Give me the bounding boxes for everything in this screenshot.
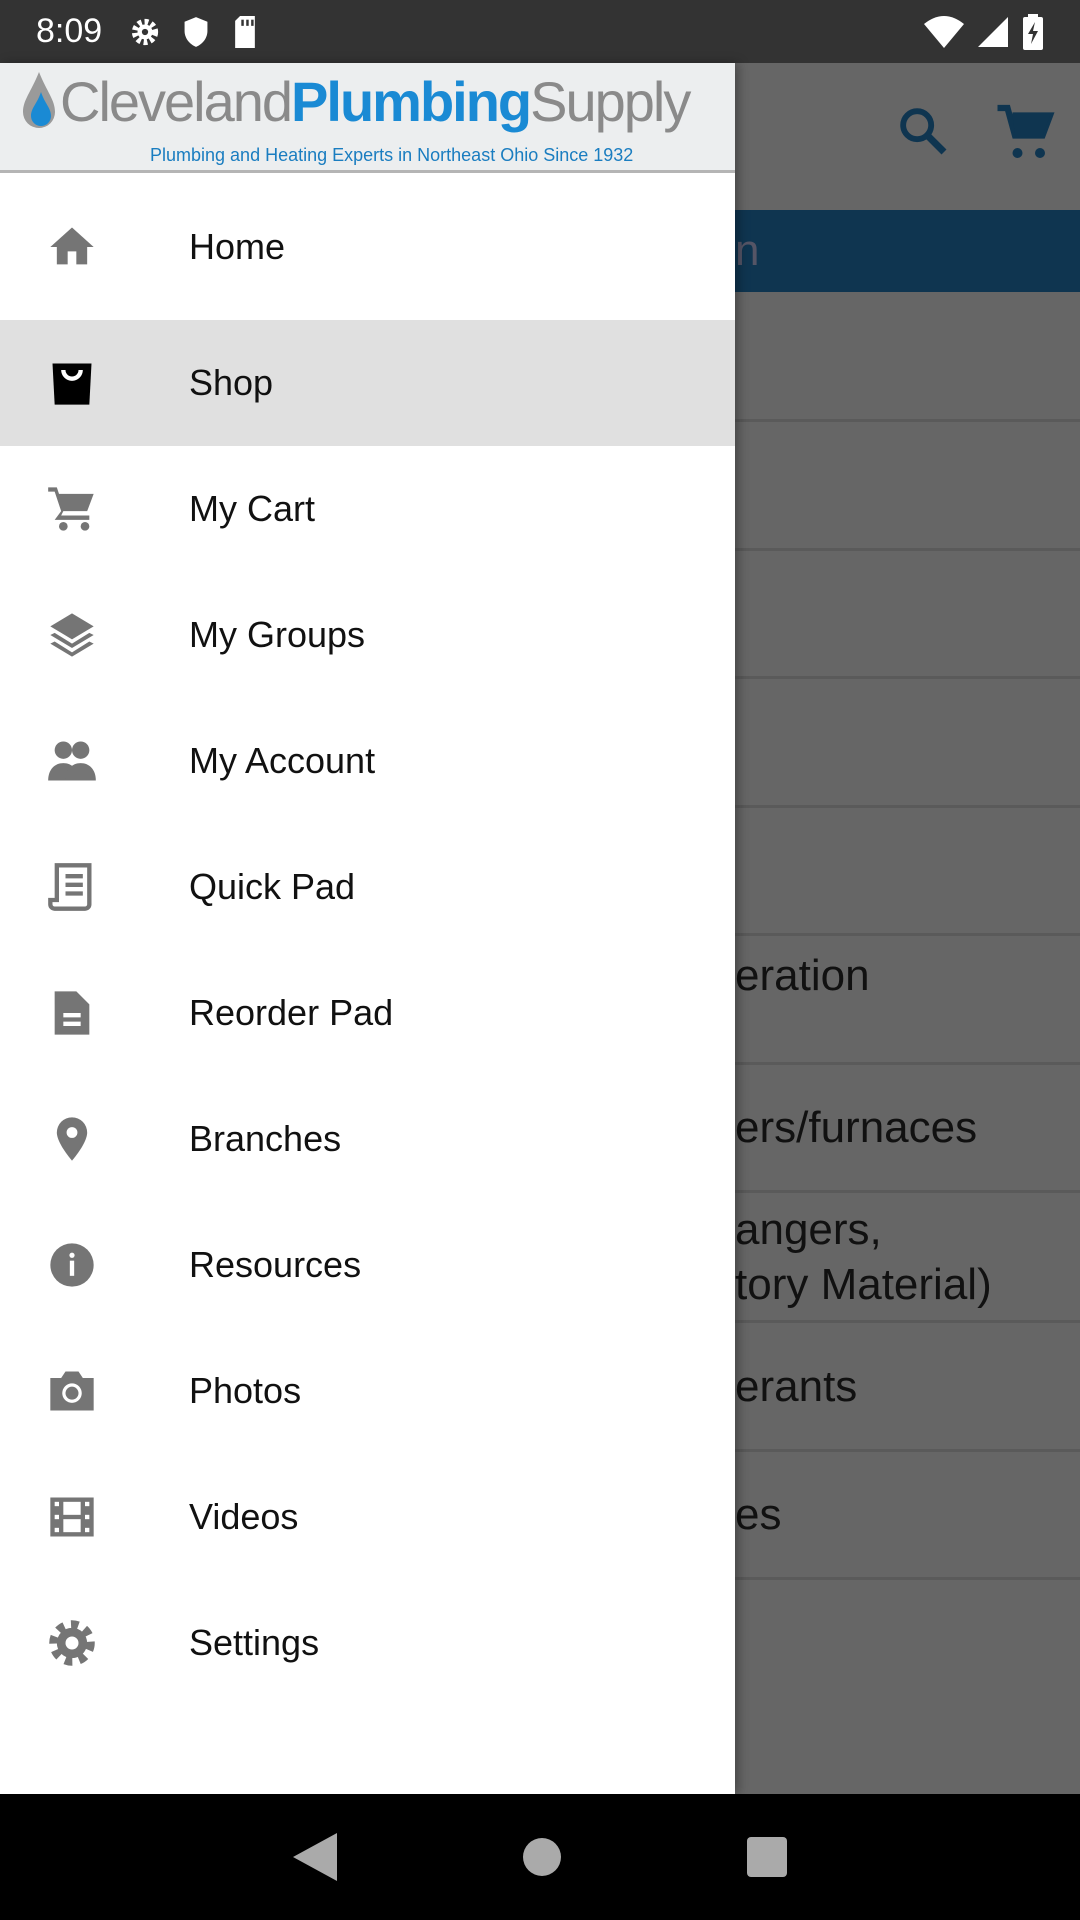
menu-item-home[interactable]: Home (0, 173, 735, 320)
menu-item-settings[interactable]: Settings (0, 1580, 735, 1706)
logo-word: Plumbing (291, 70, 532, 133)
category-label: ers/furnaces (735, 1103, 978, 1152)
menu-item-quick-pad[interactable]: Quick Pad (0, 824, 735, 950)
category-row[interactable] (735, 551, 1080, 679)
app-bar (735, 63, 1080, 210)
category-header-band: n (735, 210, 1080, 292)
category-label: es (735, 1490, 782, 1539)
menu-item-shop[interactable]: Shop (0, 320, 735, 446)
category-row[interactable]: eration (735, 936, 1080, 1065)
back-icon[interactable] (292, 1833, 337, 1881)
recents-icon[interactable] (747, 1837, 788, 1877)
clock: 8:09 (36, 12, 103, 50)
menu-item-label: Photos (189, 1370, 302, 1411)
category-label: eration (735, 951, 870, 1000)
category-row[interactable]: angers, tory Material) (735, 1193, 1080, 1323)
menu-item-label: My Groups (189, 614, 366, 655)
battery-charging-icon (1023, 13, 1043, 50)
menu-item-label: Reorder Pad (189, 992, 394, 1033)
category-row[interactable]: es (735, 1452, 1080, 1580)
menu-item-resources[interactable]: Resources (0, 1202, 735, 1328)
shield-icon (184, 16, 208, 47)
status-bar: 8:09 (0, 0, 1080, 63)
menu-item-label: My Account (189, 740, 376, 781)
menu-item-videos[interactable]: Videos (0, 1454, 735, 1580)
home-nav-icon[interactable] (522, 1837, 562, 1877)
camera-icon (46, 1365, 98, 1417)
menu-item-label: Quick Pad (189, 866, 356, 907)
drawer-header: Cleveland Plumbing Supply Plumbing and Hea… (0, 63, 735, 173)
receipt-icon (46, 861, 98, 913)
menu-item-my-groups[interactable]: My Groups (0, 572, 735, 698)
logo-word: Supply (530, 70, 691, 133)
menu-item-my-account[interactable]: My Account (0, 698, 735, 824)
info-icon (46, 1239, 98, 1291)
menu-item-label: My Cart (189, 488, 315, 529)
home-icon (46, 221, 98, 273)
shopping-bag-icon (46, 357, 98, 409)
category-row[interactable] (735, 292, 1080, 422)
layers-icon (46, 609, 98, 661)
sd-card-icon (235, 15, 256, 48)
menu-item-label: Home (189, 225, 286, 267)
category-row[interactable] (735, 422, 1080, 551)
category-label: angers, tory Material) (735, 1204, 992, 1309)
navigation-drawer: Cleveland Plumbing Supply Plumbing and Hea… (0, 63, 735, 1794)
background-screen: n eration ers/furnaces angers, tory Mate… (735, 63, 1080, 1794)
people-icon (46, 735, 98, 787)
menu-item-reorder-pad[interactable]: Reorder Pad (0, 950, 735, 1076)
menu-item-label: Settings (189, 1622, 320, 1663)
cart-icon[interactable] (995, 103, 1055, 163)
gear-icon (46, 1617, 98, 1669)
menu-item-label: Resources (189, 1244, 362, 1285)
logo-tagline: Plumbing and Heating Experts in Northeas… (150, 145, 634, 165)
system-nav-bar (0, 1794, 1080, 1920)
menu-item-my-cart[interactable]: My Cart (0, 446, 735, 572)
menu-item-branches[interactable]: Branches (0, 1076, 735, 1202)
water-drop-icon (23, 71, 55, 128)
category-row[interactable]: ers/furnaces (735, 1065, 1080, 1193)
category-label: erants (735, 1361, 858, 1411)
company-logo: Cleveland Plumbing Supply (18, 69, 691, 134)
menu-item-label: Shop (189, 362, 274, 403)
wifi-icon (924, 15, 964, 48)
document-icon (46, 987, 98, 1039)
menu-item-label: Branches (189, 1118, 342, 1159)
menu-item-label: Videos (189, 1496, 299, 1537)
settings-icon (132, 18, 159, 45)
band-text: n (735, 226, 760, 275)
logo-word: Cleveland (60, 70, 293, 133)
search-icon[interactable] (895, 103, 951, 159)
category-row[interactable] (735, 808, 1080, 936)
menu-item-photos[interactable]: Photos (0, 1328, 735, 1454)
location-pin-icon (46, 1113, 98, 1165)
film-icon (46, 1491, 98, 1543)
category-row[interactable]: erants (735, 1323, 1080, 1452)
category-row[interactable] (735, 679, 1080, 808)
cart-icon (46, 483, 98, 535)
signal-icon (978, 16, 1008, 47)
